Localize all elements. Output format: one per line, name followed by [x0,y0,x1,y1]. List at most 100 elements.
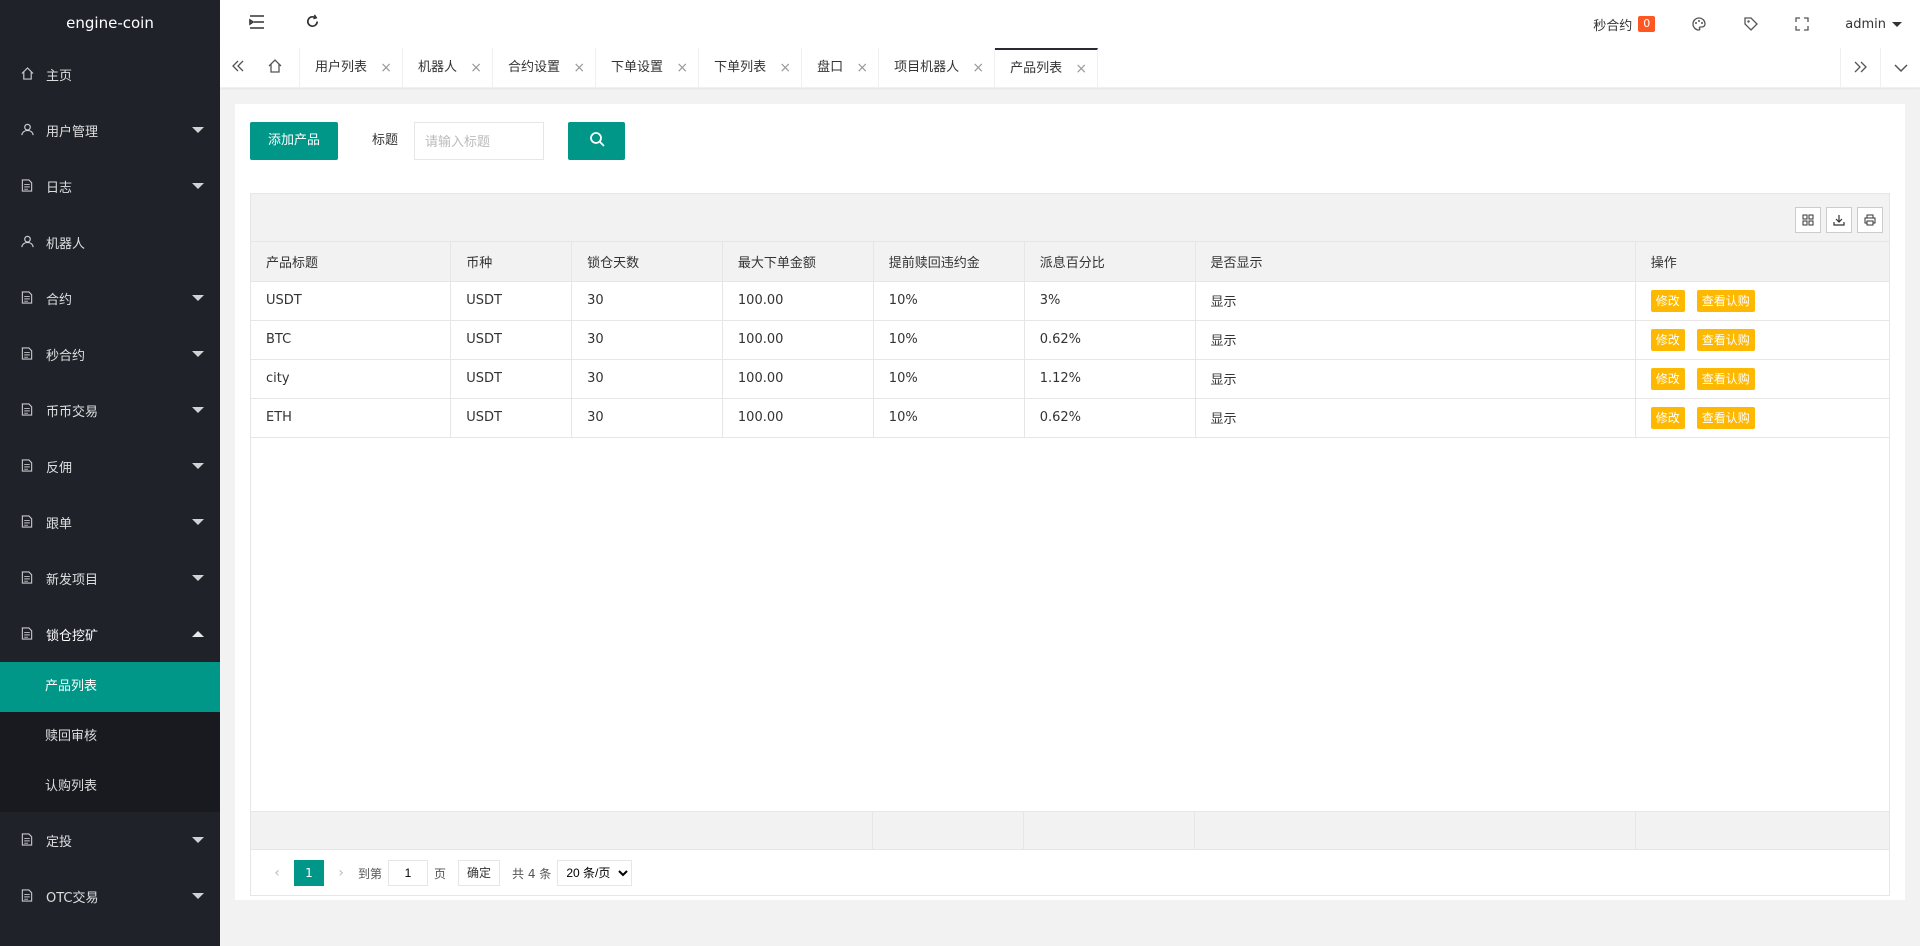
theme-icon[interactable] [1673,0,1725,48]
sidebar-item-items-8[interactable]: 跟单 [0,494,220,550]
view-subscriptions-button[interactable]: 查看认购 [1696,406,1755,429]
tabs-scroll-left-icon[interactable] [228,58,248,78]
notify-seconds-contract[interactable]: 秒合约 0 [1575,0,1673,48]
table-cell: 30 [571,359,723,399]
tab-label: 盘口 [817,60,844,75]
user-menu[interactable]: admin [1827,0,1920,48]
table-cell: 10% [873,398,1025,438]
doc-icon [20,889,34,903]
page-size-select[interactable]: 20 条/页 [557,860,633,886]
doc-icon [20,291,34,305]
column-header: 锁仓天数 [571,242,723,282]
chevron-down-icon [192,837,204,843]
column-header: 币种 [450,242,573,282]
next-page-icon[interactable]: › [330,865,352,881]
data-table-wrapper: 产品标题 币种 锁仓天数 最大下单金额 提前赎回违约金 派息百分比 是否显示 操作 USDT U… [250,193,1890,896]
column-header: 最大下单金额 [722,242,874,282]
sidebar-item-items_after-1[interactable]: OTC交易 [0,868,220,924]
table-row: USDT USDT 30 100.00 10% 3% 显示 修改 查看认购 [251,281,1889,321]
tab-item[interactable]: 用户列表 × [300,48,404,88]
sidebar: engine-coin 主页 用户管理 日志 机器人 合约 秒合约 币币交易 反佣 跟单 新发项目… [0,0,220,946]
chevron-down-icon [192,351,204,357]
sidebar-item-items-5[interactable]: 秒合约 [0,326,220,382]
table-cell-actions: 修改 查看认购 [1635,398,1889,438]
edit-button[interactable]: 修改 [1650,328,1685,351]
tab-item[interactable]: 盘口 × [802,48,880,88]
edit-button[interactable]: 修改 [1650,289,1685,312]
table-cell: 100.00 [722,320,874,360]
submenu-item[interactable]: 认购列表 [0,762,220,812]
home-icon [20,67,34,81]
sidebar-item-items-2[interactable]: 日志 [0,158,220,214]
view-subscriptions-button[interactable]: 查看认购 [1696,328,1755,351]
sidebar-item-label: 新发项目 [46,572,99,588]
doc-icon [20,347,34,361]
table-cell: USDT [450,281,573,321]
table-cell: 10% [873,281,1025,321]
close-icon[interactable]: × [380,48,392,88]
sidebar-item-items-0[interactable]: 主页 [0,46,220,102]
table-cell: ETH [251,398,452,438]
tab-item[interactable]: 下单设置 × [596,48,700,88]
sidebar-item-label: 主页 [46,68,73,84]
search-button[interactable] [568,122,625,160]
view-subscriptions-button[interactable]: 查看认购 [1696,289,1755,312]
table-cell: 显示 [1195,359,1636,399]
sidebar-item-items-1[interactable]: 用户管理 [0,102,220,158]
close-icon[interactable]: × [972,48,984,88]
goto-page-input[interactable] [388,860,429,886]
page-current[interactable]: 1 [294,860,324,886]
table-cell: 30 [571,281,723,321]
search-card: 添加产品 标题 [235,104,1905,180]
sidebar-item-items-9[interactable]: 新发项目 [0,550,220,606]
tab-item[interactable]: 项目机器人 × [879,48,996,88]
tag-icon[interactable] [1725,0,1777,48]
table-cell: USDT [450,398,573,438]
table-cell: USDT [450,359,573,399]
sidebar-item-items-4[interactable]: 合约 [0,270,220,326]
chevron-down-icon [192,407,204,413]
tab-item[interactable]: 产品列表 × [995,48,1099,88]
column-filter-icon[interactable] [1795,207,1821,233]
product-table: 产品标题 币种 锁仓天数 最大下单金额 提前赎回违约金 派息百分比 是否显示 操作 USDT U… [251,242,1889,438]
menu-toggle-icon[interactable] [247,14,267,34]
table-cell-actions: 修改 查看认购 [1635,359,1889,399]
edit-button[interactable]: 修改 [1650,367,1685,390]
tab-item[interactable]: 下单列表 × [699,48,803,88]
export-icon[interactable] [1826,207,1852,233]
print-icon[interactable] [1857,207,1883,233]
notify-label: 秒合约 [1593,18,1633,34]
close-icon[interactable]: × [470,48,482,88]
goto-confirm-button[interactable]: 确定 [458,860,501,886]
edit-button[interactable]: 修改 [1650,406,1685,429]
user-name: admin [1845,16,1886,32]
sidebar-item-items-10[interactable]: 锁仓挖矿 [0,606,220,662]
fullscreen-icon[interactable] [1777,0,1827,48]
close-icon[interactable]: × [856,48,868,88]
close-icon[interactable]: × [676,48,688,88]
close-icon[interactable]: × [573,48,585,88]
prev-page-icon[interactable]: ‹ [266,865,288,881]
tab-home[interactable] [250,48,300,88]
title-search-input[interactable] [414,122,544,160]
column-header: 是否显示 [1195,242,1636,282]
tabs-scroll-right-icon[interactable] [1840,48,1880,88]
refresh-icon[interactable] [302,14,322,34]
submenu-item[interactable]: 产品列表 [0,662,220,712]
view-subscriptions-button[interactable]: 查看认购 [1696,367,1755,390]
close-icon[interactable]: × [1075,50,1087,88]
close-icon[interactable]: × [779,48,791,88]
table-empty-area [251,438,1889,812]
sidebar-item-items_after-0[interactable]: 定投 [0,812,220,868]
add-product-button[interactable]: 添加产品 [250,122,339,160]
sidebar-item-items-6[interactable]: 币币交易 [0,382,220,438]
home-icon [268,59,282,77]
sidebar-item-items-7[interactable]: 反佣 [0,438,220,494]
table-cell: city [251,359,452,399]
sidebar-item-items-3[interactable]: 机器人 [0,214,220,270]
tab-item[interactable]: 合约设置 × [493,48,597,88]
tabs-dropdown-icon[interactable] [1880,48,1920,88]
submenu-item[interactable]: 赎回审核 [0,712,220,762]
tab-item[interactable]: 机器人 × [403,48,494,88]
tab-list: 用户列表 × 机器人 × 合约设置 × 下单设置 × 下单列表 × 盘口 × 项目机器人 × 产品列表 × [300,48,1099,88]
